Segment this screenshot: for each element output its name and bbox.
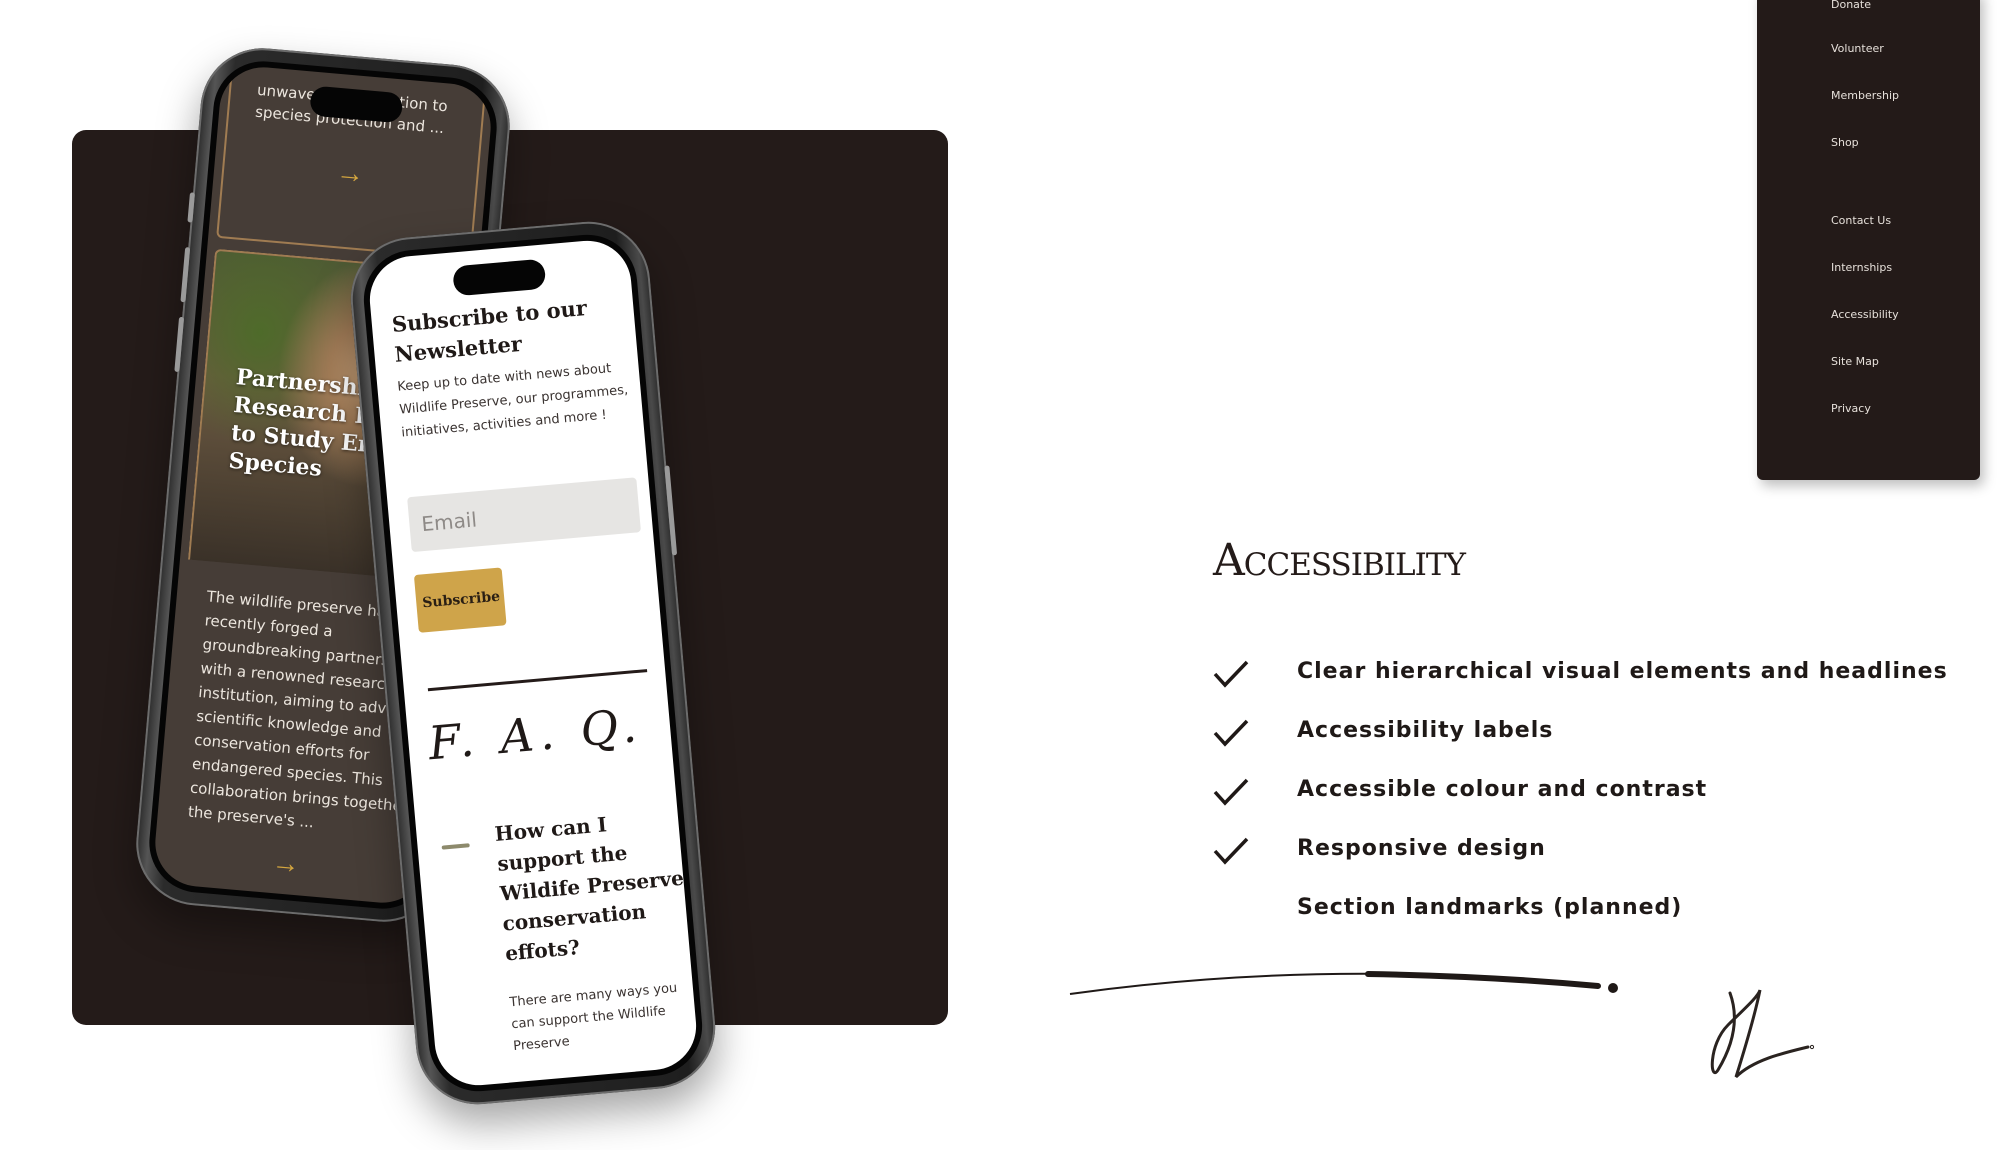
checklist-item-label: Responsive design	[1297, 836, 1546, 861]
checkmark-icon	[1213, 837, 1249, 865]
checkmark-icon	[1213, 778, 1249, 806]
checklist-item-label: Accessibility labels	[1297, 718, 1554, 743]
front-phone-screen: Subscribe to our Newsletter Keep up to d…	[359, 230, 707, 1096]
dynamic-island	[452, 258, 547, 297]
signature-mark	[1710, 989, 1815, 1079]
subscribe-button[interactable]: Subscribe	[413, 567, 507, 633]
nav-link-shop[interactable]: Shop	[1831, 136, 1859, 149]
email-input[interactable]	[407, 477, 642, 553]
checklist-item: Accessible colour and contrast	[1213, 773, 1913, 813]
checklist-item: Accessibility labels	[1213, 714, 1913, 754]
nav-link-contact-us[interactable]: Contact Us	[1831, 214, 1891, 227]
nav-link-accessibility[interactable]: Accessibility	[1831, 308, 1899, 321]
checkmark-icon	[1213, 719, 1249, 747]
nav-link-membership[interactable]: Membership	[1831, 89, 1899, 102]
section-divider	[427, 669, 648, 692]
faq-answer: There are many ways you can support the …	[508, 980, 678, 1055]
checklist-item: Section landmarks (planned)	[1213, 891, 1913, 931]
footer-nav-panel: Donate Volunteer Membership Shop Contact…	[1757, 0, 1980, 480]
nav-link-volunteer[interactable]: Volunteer	[1831, 42, 1884, 55]
nav-link-internships[interactable]: Internships	[1831, 261, 1892, 274]
checklist-item-label: Clear hierarchical visual elements and h…	[1297, 659, 1948, 684]
checklist-item-label: Section landmarks (planned)	[1297, 895, 1683, 920]
checklist-item: Clear hierarchical visual elements and h…	[1213, 655, 1947, 695]
newsletter-description: Keep up to date with news about Wildlife…	[396, 361, 629, 441]
nav-link-donate[interactable]: Donate	[1831, 0, 1871, 11]
arrow-right-icon[interactable]: →	[335, 156, 366, 190]
nav-link-site-map[interactable]: Site Map	[1831, 355, 1879, 368]
faq-collapse-icon[interactable]	[441, 843, 470, 850]
nav-link-privacy[interactable]: Privacy	[1831, 402, 1871, 415]
decorative-swash-line	[1069, 971, 1618, 995]
accessibility-heading: Accessibility	[1213, 535, 1466, 586]
checklist-item-label: Accessible colour and contrast	[1297, 777, 1708, 802]
faq-title: F. A. Q.	[426, 697, 645, 771]
faq-question[interactable]: How can I support the Wildife Preserve c…	[493, 802, 695, 968]
checkmark-icon	[1213, 660, 1249, 688]
news-card-previous[interactable]: unwavering dedication to species protect…	[216, 57, 489, 261]
arrow-right-icon[interactable]: →	[271, 846, 302, 880]
checklist-item: Responsive design	[1213, 832, 1913, 872]
